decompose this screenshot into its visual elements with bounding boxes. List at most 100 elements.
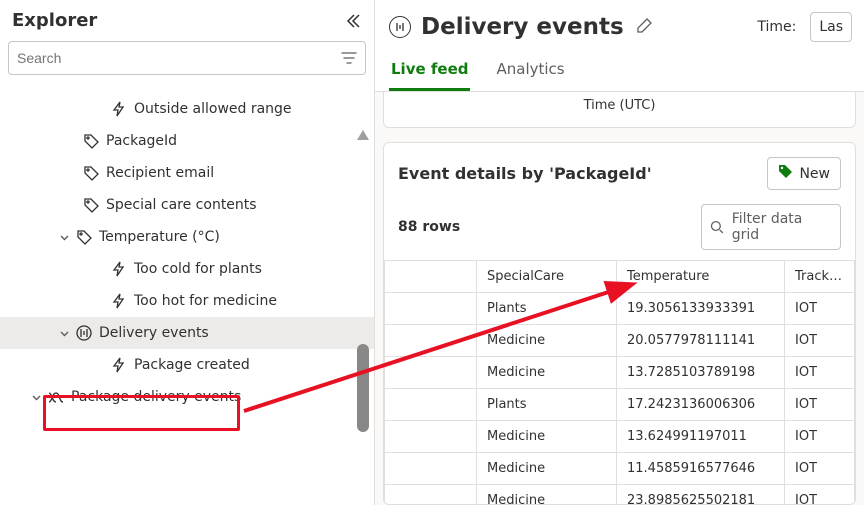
tree-item-label: Too hot for medicine (130, 293, 277, 309)
tree-item-label: Delivery events (95, 325, 209, 341)
tag-icon (778, 164, 793, 183)
bolt-icon (108, 293, 130, 309)
tree-item-label: Temperature (°C) (95, 229, 220, 245)
chevron-down-icon[interactable] (55, 232, 73, 243)
cell-temperature: 20.0577978111141 (617, 325, 785, 357)
bolt-icon (108, 357, 130, 373)
search-icon (710, 220, 724, 234)
cell-tracking: IOT (785, 389, 855, 421)
tree-item[interactable]: Special care contents (0, 189, 374, 221)
data-grid[interactable]: SpecialCare Temperature Tracking Plants1… (384, 260, 855, 505)
cell-tracking: IOT (785, 453, 855, 485)
cell-temperature: 13.7285103789198 (617, 357, 785, 389)
cell-specialcare: Medicine (477, 357, 617, 389)
tree-item[interactable]: Too hot for medicine (0, 285, 374, 317)
stream-icon (73, 325, 95, 341)
explorer-tree: Outside allowed range PackageId Recipient … (0, 83, 374, 505)
explorer-title: Explorer (12, 10, 97, 31)
tree-item[interactable]: PackageId (0, 125, 374, 157)
cell-temperature: 13.624991197011 (617, 421, 785, 453)
filter-icon[interactable] (341, 51, 357, 65)
tree-item-label: PackageId (102, 133, 177, 149)
tree-item[interactable]: Temperature (°C) (0, 221, 374, 253)
table-row[interactable]: Medicine20.0577978111141IOT (385, 325, 855, 357)
filter-grid-input[interactable]: Filter data grid (701, 204, 841, 250)
cell-blank (385, 389, 477, 421)
tree-item-label: Too cold for plants (130, 261, 262, 277)
time-utc-strip: Time (UTC) (383, 92, 856, 128)
cell-specialcare: Medicine (477, 325, 617, 357)
bolt-icon (108, 261, 130, 277)
tree-item[interactable]: Outside allowed range (0, 93, 374, 125)
new-button[interactable]: New (767, 157, 841, 190)
event-details-panel: Event details by 'PackageId' New 88 rows… (383, 142, 856, 505)
tag-icon (80, 134, 102, 149)
table-row[interactable]: Plants19.3056133933391IOT (385, 293, 855, 325)
chevron-down-icon[interactable] (55, 328, 73, 339)
tag-icon (80, 198, 102, 213)
cell-tracking: IOT (785, 325, 855, 357)
table-row[interactable]: Medicine13.624991197011IOT (385, 421, 855, 453)
tab-live-feed[interactable]: Live feed (389, 54, 470, 91)
table-row[interactable]: Medicine23.8985625502181IOT (385, 485, 855, 505)
edit-title-icon[interactable] (636, 17, 653, 38)
tree-item[interactable]: Package created (0, 349, 374, 381)
column-header-specialcare[interactable]: SpecialCare (477, 261, 617, 293)
tree-item[interactable]: Package delivery events (0, 381, 374, 413)
column-header-tracking[interactable]: Tracking (785, 261, 855, 293)
cell-temperature: 23.8985625502181 (617, 485, 785, 505)
cell-tracking: IOT (785, 485, 855, 505)
scroll-up-arrow-icon[interactable] (357, 130, 369, 140)
cell-tracking: IOT (785, 293, 855, 325)
cell-specialcare: Plants (477, 389, 617, 421)
collapse-sidebar-icon[interactable] (344, 12, 362, 30)
search-input-container[interactable] (8, 41, 366, 75)
cell-specialcare: Medicine (477, 485, 617, 505)
tree-item[interactable]: Too cold for plants (0, 253, 374, 285)
cell-blank (385, 325, 477, 357)
flow-icon (45, 390, 67, 405)
tabs: Live feed Analytics (375, 48, 864, 92)
column-header-blank[interactable] (385, 261, 477, 293)
row-count: 88 rows (398, 219, 689, 235)
cell-tracking: IOT (785, 421, 855, 453)
cell-specialcare: Plants (477, 293, 617, 325)
tree-item[interactable]: Recipient email (0, 157, 374, 189)
filter-grid-placeholder: Filter data grid (732, 211, 832, 243)
new-button-label: New (799, 166, 830, 182)
scroll-thumb[interactable] (357, 344, 369, 432)
time-label: Time: (757, 19, 796, 35)
cell-blank (385, 421, 477, 453)
cell-temperature: 11.4585916577646 (617, 453, 785, 485)
column-header-temperature[interactable]: Temperature (617, 261, 785, 293)
time-range-select[interactable]: Las (810, 12, 852, 42)
cell-specialcare: Medicine (477, 421, 617, 453)
cell-tracking: IOT (785, 357, 855, 389)
tree-item[interactable]: Delivery events (0, 317, 374, 349)
cell-temperature: 17.2423136006306 (617, 389, 785, 421)
tree-item-label: Recipient email (102, 165, 214, 181)
stream-icon (389, 16, 411, 38)
cell-blank (385, 293, 477, 325)
chevron-down-icon[interactable] (27, 392, 45, 403)
search-input[interactable] (17, 50, 341, 66)
tree-item-label: Outside allowed range (130, 101, 292, 117)
page-title: Delivery events (421, 14, 624, 40)
explorer-panel: Explorer Outside allowed range PackageId R… (0, 0, 375, 505)
cell-blank (385, 485, 477, 505)
tree-item-label: Package delivery events (67, 389, 241, 405)
table-row[interactable]: Plants17.2423136006306IOT (385, 389, 855, 421)
tree-item-label: Package created (130, 357, 250, 373)
main-panel: Delivery events Time: Las Live feed Anal… (375, 0, 864, 505)
cell-blank (385, 357, 477, 389)
tree-item-label: Special care contents (102, 197, 257, 213)
bolt-icon (108, 101, 130, 117)
tab-analytics[interactable]: Analytics (494, 54, 566, 91)
cell-temperature: 19.3056133933391 (617, 293, 785, 325)
panel-title: Event details by 'PackageId' (398, 164, 767, 183)
tag-icon (73, 230, 95, 245)
table-row[interactable]: Medicine13.7285103789198IOT (385, 357, 855, 389)
cell-specialcare: Medicine (477, 453, 617, 485)
table-row[interactable]: Medicine11.4585916577646IOT (385, 453, 855, 485)
explorer-scrollbar[interactable] (357, 130, 369, 490)
